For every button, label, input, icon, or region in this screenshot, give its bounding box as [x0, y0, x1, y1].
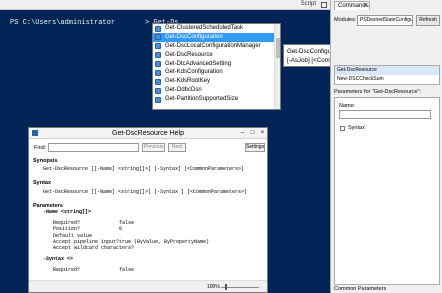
scrollbar-thumb[interactable]	[276, 38, 280, 58]
intellisense-scrollbar[interactable]	[274, 24, 280, 109]
commands-pane: Commands × Modules: PSDesiredStateConfig…	[330, 0, 442, 293]
common-parameters-expander[interactable]: Common Parameters	[334, 286, 386, 292]
synopsis-text: Get-DscResource [[-Name] <string[]>] [-S…	[43, 166, 245, 173]
settings-button[interactable]: Settings	[245, 143, 265, 152]
intellisense-item[interactable]: Get-KdsConfiguration	[153, 68, 280, 77]
cmdlet-icon	[155, 43, 161, 50]
intellisense-item[interactable]: Get-DtcAdvancedSetting	[153, 60, 280, 69]
help-titlebar[interactable]: Get-DscResource Help – □ ×	[29, 128, 267, 139]
name-field[interactable]	[339, 110, 431, 119]
name-label: Name:	[339, 103, 356, 109]
show-script-pane-icon[interactable]	[321, 2, 327, 8]
intellisense-item[interactable]: Get-KdsRootKey	[153, 77, 280, 86]
close-icon[interactable]: ×	[258, 129, 267, 137]
intellisense-item-selected[interactable]: Get-DscConfiguration	[153, 32, 280, 42]
modules-label: Modules:	[334, 17, 357, 23]
maximize-icon[interactable]: □	[248, 129, 257, 137]
intellisense-list[interactable]: Get-ClusteredScheduledTask Get-DscConfig…	[152, 23, 281, 110]
next-button[interactable]: Next	[168, 143, 186, 152]
syntax-text: Get-DscResource [[-Name] <string[]>] [-S…	[43, 188, 248, 195]
intellisense-item[interactable]: Get-PartitionSupportedSize	[153, 95, 280, 104]
intellisense-item[interactable]: Get-DscLocalConfigurationManager	[153, 42, 280, 51]
find-row: Find: Previous Next	[29, 142, 267, 154]
help-footer: 100%	[29, 280, 267, 292]
command-list[interactable]: Get-DscResource New-DSCCheckSum	[334, 65, 440, 85]
syntax-checkbox[interactable]	[340, 126, 345, 131]
find-label: Find:	[34, 145, 47, 151]
modules-row: Modules: PSDesiredStateConfigu Refresh	[334, 15, 440, 26]
minimize-icon[interactable]: –	[238, 129, 247, 137]
previous-button[interactable]: Previous	[142, 143, 165, 152]
cmdlet-icon	[155, 52, 161, 59]
console-prompt: PS C:\Users\administrator	[10, 19, 116, 27]
cmdlet-icon	[155, 34, 161, 41]
param-row: Required? false	[53, 267, 135, 274]
refresh-button[interactable]: Refresh	[416, 15, 440, 26]
intellisense-item[interactable]: Get-OdbcDsn	[153, 86, 280, 95]
list-item[interactable]: Get-DscResource	[335, 66, 439, 75]
cmdlet-icon	[155, 96, 161, 103]
cmdlet-icon	[155, 78, 161, 85]
syntax-label: Syntax	[348, 125, 365, 131]
cmdlet-icon	[155, 87, 161, 94]
cmdlet-icon	[155, 69, 161, 76]
tab-commands[interactable]: Commands ×	[334, 1, 370, 10]
help-title: Get-DscResource Help	[112, 130, 184, 137]
parameters-panel: Name: Syntax	[334, 97, 440, 285]
intellisense-item[interactable]: Get-DscResource	[153, 51, 280, 60]
list-item[interactable]: New-DSCCheckSum	[335, 75, 439, 84]
help-window: Get-DscResource Help – □ × Find: Previou…	[28, 127, 268, 293]
find-input[interactable]	[48, 143, 139, 152]
modules-select[interactable]: PSDesiredStateConfigu	[357, 15, 413, 26]
script-pane-header: Script	[0, 0, 330, 10]
cmdlet-icon	[155, 25, 161, 32]
close-icon[interactable]: ×	[363, 2, 367, 10]
syntax-heading: Syntax	[33, 180, 52, 187]
cmdlet-icon	[155, 61, 161, 68]
help-content[interactable]: Synopsis Get-DscResource [[-Name] <strin…	[33, 156, 263, 280]
script-label[interactable]: Script	[301, 1, 316, 7]
synopsis-heading: Synopsis	[33, 158, 58, 164]
zoom-level: 100%	[207, 284, 220, 290]
zoom-slider-thumb[interactable]	[225, 284, 227, 290]
intellisense-item[interactable]: Get-ClusteredScheduledTask	[153, 24, 280, 33]
parameters-for-label: Parameters for "Get-DscResource":	[334, 89, 422, 95]
